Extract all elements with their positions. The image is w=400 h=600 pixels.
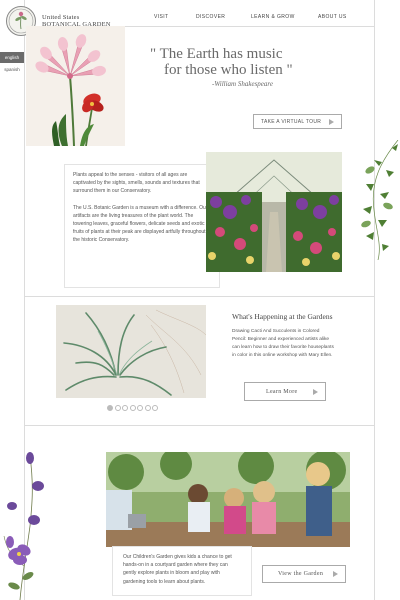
- conservatory-photo: [206, 152, 342, 272]
- intro-card: Plants appeal to the senses - visitors o…: [64, 164, 220, 288]
- language-spanish[interactable]: spanish: [0, 64, 24, 75]
- childrens-garden-body: Our Children's Garden gives kids a chanc…: [123, 554, 232, 585]
- virtual-tour-button[interactable]: TAKE A VIRTUAL TOUR: [253, 114, 342, 129]
- nav-about-us[interactable]: ABOUT US: [318, 14, 347, 20]
- hero-flower-illustration: [26, 26, 125, 146]
- view-garden-button[interactable]: View the Garden: [262, 565, 346, 583]
- section-divider: [24, 296, 374, 297]
- intro-paragraph-2: The U.S. Botanic Garden is a museum with…: [73, 204, 208, 244]
- quote-line-1: " The Earth has music: [150, 46, 283, 62]
- air-plant-drawing: [56, 305, 206, 398]
- carousel-dot-6[interactable]: [144, 405, 151, 411]
- ivy-decoration: [352, 139, 400, 261]
- carousel-dot-1[interactable]: [107, 405, 113, 411]
- carousel-dot-2[interactable]: [114, 405, 121, 411]
- hero-quote: " The Earth has music for those who list…: [150, 46, 340, 88]
- main-nav: VISIT DISCOVER LEARN & GROW ABOUT US: [0, 14, 400, 24]
- section-divider-2: [24, 425, 374, 426]
- nav-learn-grow[interactable]: LEARN & GROW: [251, 14, 295, 20]
- carousel-dot-4[interactable]: [129, 405, 136, 411]
- violet-flowers-decoration: [0, 446, 52, 600]
- language-english[interactable]: english: [0, 52, 24, 63]
- right-frame-line: [374, 0, 375, 600]
- nav-visit[interactable]: VISIT: [154, 14, 169, 20]
- carousel-dot-5[interactable]: [137, 405, 143, 411]
- events-body: Drawing Cacti And Succulents in Colored …: [232, 329, 334, 358]
- carousel-dot-3[interactable]: [122, 405, 128, 411]
- events-title: What's Happening at the Gardens: [232, 312, 333, 321]
- carousel-dot-7[interactable]: [152, 405, 158, 411]
- intro-paragraph-1: Plants appeal to the senses - visitors o…: [73, 172, 200, 195]
- play-arrow-icon: [313, 388, 318, 395]
- carousel-indicators: [107, 405, 158, 411]
- quote-line-2: for those who listen ": [164, 62, 293, 78]
- quote-attribution: -William Shakespeare: [212, 80, 273, 88]
- childrens-garden-card: Our Children's Garden gives kids a chanc…: [112, 546, 252, 596]
- play-arrow-icon: [329, 118, 334, 125]
- learn-more-button[interactable]: Learn More: [244, 382, 326, 401]
- childrens-garden-photo: [106, 452, 350, 547]
- play-arrow-icon: [333, 571, 338, 577]
- nav-discover[interactable]: DISCOVER: [196, 14, 225, 20]
